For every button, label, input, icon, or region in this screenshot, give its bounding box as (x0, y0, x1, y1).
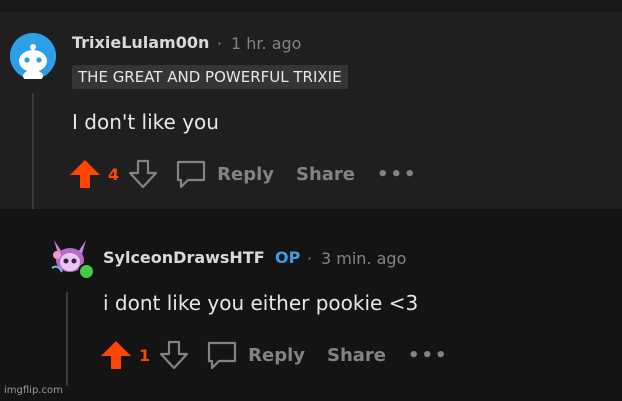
share-button[interactable]: Share (327, 345, 386, 366)
reply-button[interactable]: Reply (175, 158, 274, 190)
comment-1-score: 4 (108, 164, 120, 184)
op-badge: OP (275, 248, 301, 267)
user-flair: THE GREAT AND POWERFUL TRIXIE (72, 65, 348, 89)
panel-top (0, 0, 622, 12)
comment-2-username[interactable]: SylceonDrawsHTF (103, 248, 265, 267)
speech-bubble-icon (175, 158, 207, 190)
reply-label: Reply (248, 344, 305, 366)
comment-2-time[interactable]: 3 min. ago (321, 249, 406, 268)
downvote-arrow-icon[interactable] (158, 339, 190, 371)
comment-2-score: 1 (139, 345, 151, 365)
reply-button[interactable]: Reply (206, 339, 305, 371)
online-status-icon (78, 263, 95, 280)
comment-2-separator: · (307, 249, 313, 268)
thread-line-2[interactable] (66, 292, 68, 386)
share-button[interactable]: Share (296, 164, 355, 185)
comment-1-body: I don't like you (72, 110, 219, 134)
more-options-button[interactable]: ••• (377, 164, 418, 185)
more-options-button[interactable]: ••• (408, 345, 449, 366)
reply-label: Reply (217, 163, 274, 185)
speech-bubble-icon (206, 339, 238, 371)
downvote-arrow-icon[interactable] (127, 158, 159, 190)
comment-1-actions: 4 Reply Share ••• (68, 158, 418, 190)
comment-1-time[interactable]: 1 hr. ago (231, 34, 301, 53)
upvote-arrow-icon[interactable] (99, 339, 133, 371)
snoo-avatar-icon[interactable] (10, 33, 56, 79)
comment-1-username[interactable]: TrixieLulam00n (72, 33, 209, 52)
imgflip-watermark: imgflip.com (4, 385, 63, 396)
comment-2-actions: 1 Reply Share ••• (99, 339, 449, 371)
comment-1-separator: · (217, 34, 223, 53)
comment-2-body: i dont like you either pookie <3 (103, 291, 419, 315)
upvote-arrow-icon[interactable] (68, 158, 102, 190)
